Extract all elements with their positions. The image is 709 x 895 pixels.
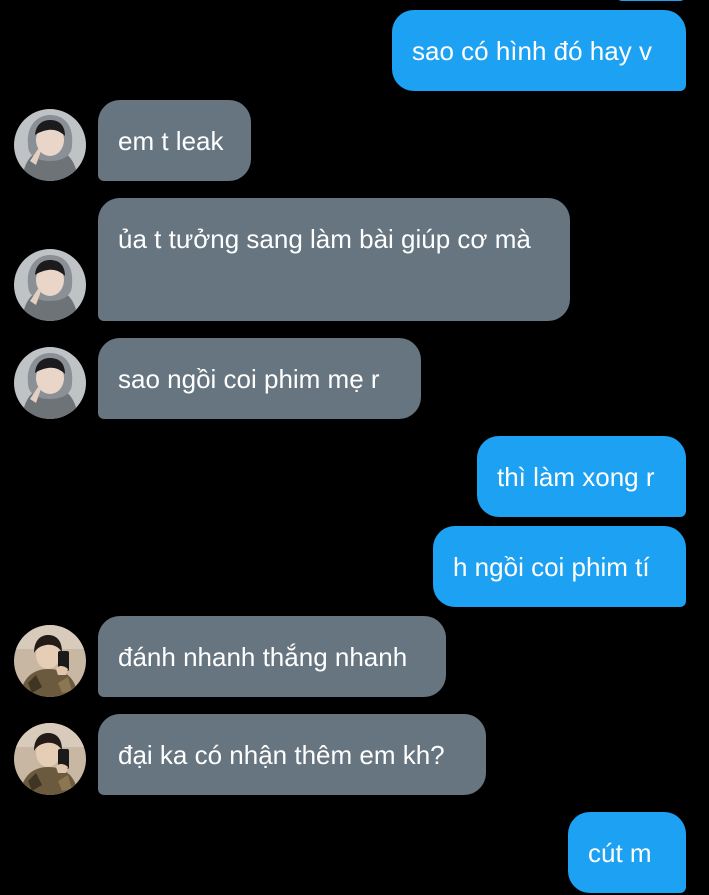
message-bubble-incoming[interactable]: sao ngồi coi phim mẹ r [98,338,421,419]
avatar[interactable] [14,109,86,181]
message-bubble-outgoing[interactable]: cút m [568,812,686,893]
message-bubble-incoming[interactable]: đánh nhanh thắng nhanh [98,616,446,697]
avatar[interactable] [14,249,86,321]
avatar-mirror-selfie-icon [14,723,86,795]
message-bubble-incoming[interactable]: em t leak [98,100,251,181]
message-bubble-outgoing[interactable]: thì làm xong r [477,436,686,517]
message-bubble-incoming[interactable]: đại ka có nhận thêm em kh? [98,714,486,795]
message-bubble-outgoing[interactable]: sao có hình đó hay v [392,10,686,91]
avatar[interactable] [14,347,86,419]
avatar[interactable] [14,625,86,697]
avatar-hoodie-icon [14,347,86,419]
avatar-hoodie-icon [14,109,86,181]
message-bubble-outgoing[interactable]: h ngồi coi phim tí [433,526,686,607]
avatar[interactable] [14,723,86,795]
message-bubble-incoming[interactable]: ủa t tưởng sang làm bài giúp cơ mà [98,198,570,321]
previous-message-bubble-edge [616,0,686,1]
avatar-hoodie-icon [14,249,86,321]
avatar-mirror-selfie-icon [14,625,86,697]
